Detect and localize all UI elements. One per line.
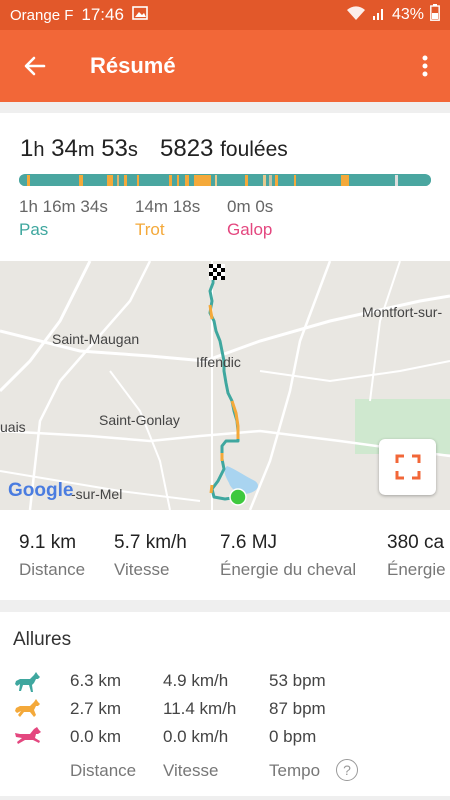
arrow-back-icon — [24, 56, 46, 76]
app-bar: Résumé — [0, 30, 450, 102]
gallop-label: Galop — [227, 220, 273, 239]
column-label-distance: Distance — [70, 761, 137, 780]
stat-distance: 9.1 km Distance — [19, 532, 86, 579]
gallop-distance: 0.0 km — [70, 727, 122, 746]
horse-gallop-icon — [15, 727, 41, 744]
more-vert-icon — [422, 55, 428, 77]
walk-tempo: 53 bpm — [269, 671, 326, 690]
stride-count: 5823 foulées — [160, 135, 288, 162]
column-label-tempo: Tempo — [269, 761, 321, 780]
walk-duration: 1h 16m 34s — [19, 197, 108, 216]
walk-label: Pas — [19, 220, 49, 239]
fullscreen-icon — [395, 454, 420, 480]
image-notification-icon — [132, 6, 148, 24]
horse-trot-icon — [15, 699, 40, 717]
map-label-sur-mel: -sur-Mel — [71, 486, 123, 502]
walk-speed: 4.9 km/h — [163, 671, 229, 690]
start-marker-icon — [229, 488, 247, 506]
map-label-quais: uais — [0, 419, 26, 435]
walk-distance: 6.3 km — [70, 671, 122, 690]
battery-icon — [430, 4, 440, 26]
stat-speed: 5.7 km/h Vitesse — [114, 532, 187, 579]
gait-timeline-bar — [19, 174, 431, 186]
stat-horse-energy: 7.6 MJ Énergie du cheval — [220, 532, 357, 579]
trot-tempo: 87 bpm — [269, 699, 326, 718]
map-label-montfort: Montfort-sur- — [362, 304, 443, 320]
page-title: Résumé — [90, 53, 176, 78]
allure-row-trot: 2.7 km 11.4 km/h 87 bpm — [0, 699, 450, 723]
status-time: 17:46 — [81, 5, 124, 24]
allure-row-walk: 6.3 km 4.9 km/h 53 bpm — [0, 671, 450, 695]
stats-card: 9.1 km Distance 5.7 km/h Vitesse 7.6 MJ … — [0, 510, 450, 600]
map-label-saint-gonlay: Saint-Gonlay — [99, 412, 180, 428]
fullscreen-map-button[interactable] — [379, 439, 436, 495]
gallop-speed: 0.0 km/h — [163, 727, 229, 746]
column-label-speed: Vitesse — [163, 761, 219, 780]
google-logo: Google — [8, 480, 74, 501]
more-options-button[interactable] — [400, 30, 450, 102]
trot-speed: 11.4 km/h — [163, 699, 237, 718]
stat-rider-energy: 380 ca Énergie — [387, 532, 446, 579]
trot-label: Trot — [135, 220, 165, 239]
back-button[interactable] — [0, 30, 70, 102]
allure-row-gallop: 0.0 km 0.0 km/h 0 bpm — [0, 727, 450, 751]
gait-timeline-segments — [19, 175, 431, 186]
battery-percent: 43% — [391, 6, 424, 23]
gallop-tempo: 0 bpm — [269, 727, 317, 746]
map-label-iffendic: Iffendic — [196, 354, 241, 370]
horse-walk-icon — [15, 672, 40, 692]
finish-flag-icon — [209, 264, 225, 280]
gallop-duration: 0m 0s — [227, 197, 274, 216]
wifi-icon — [346, 5, 366, 26]
summary-card: 1h 34m 53s 5823 foulées — [0, 113, 450, 261]
map-label-saint-maugan: Saint-Maugan — [52, 331, 140, 347]
allures-title: Allures — [13, 629, 72, 650]
carrier-name: Orange F — [10, 6, 74, 24]
tempo-help-button[interactable]: ? — [336, 759, 358, 781]
total-duration: 1h 34m 53s — [20, 135, 138, 162]
trot-distance: 2.7 km — [70, 699, 122, 718]
status-bar: Orange F 17:46 43% — [0, 0, 450, 30]
allures-card: Allures 6.3 km 4.9 km/h 53 bpm 2.7 km 11… — [0, 612, 450, 796]
trot-duration: 14m 18s — [135, 197, 201, 216]
signal-icon — [372, 6, 386, 25]
